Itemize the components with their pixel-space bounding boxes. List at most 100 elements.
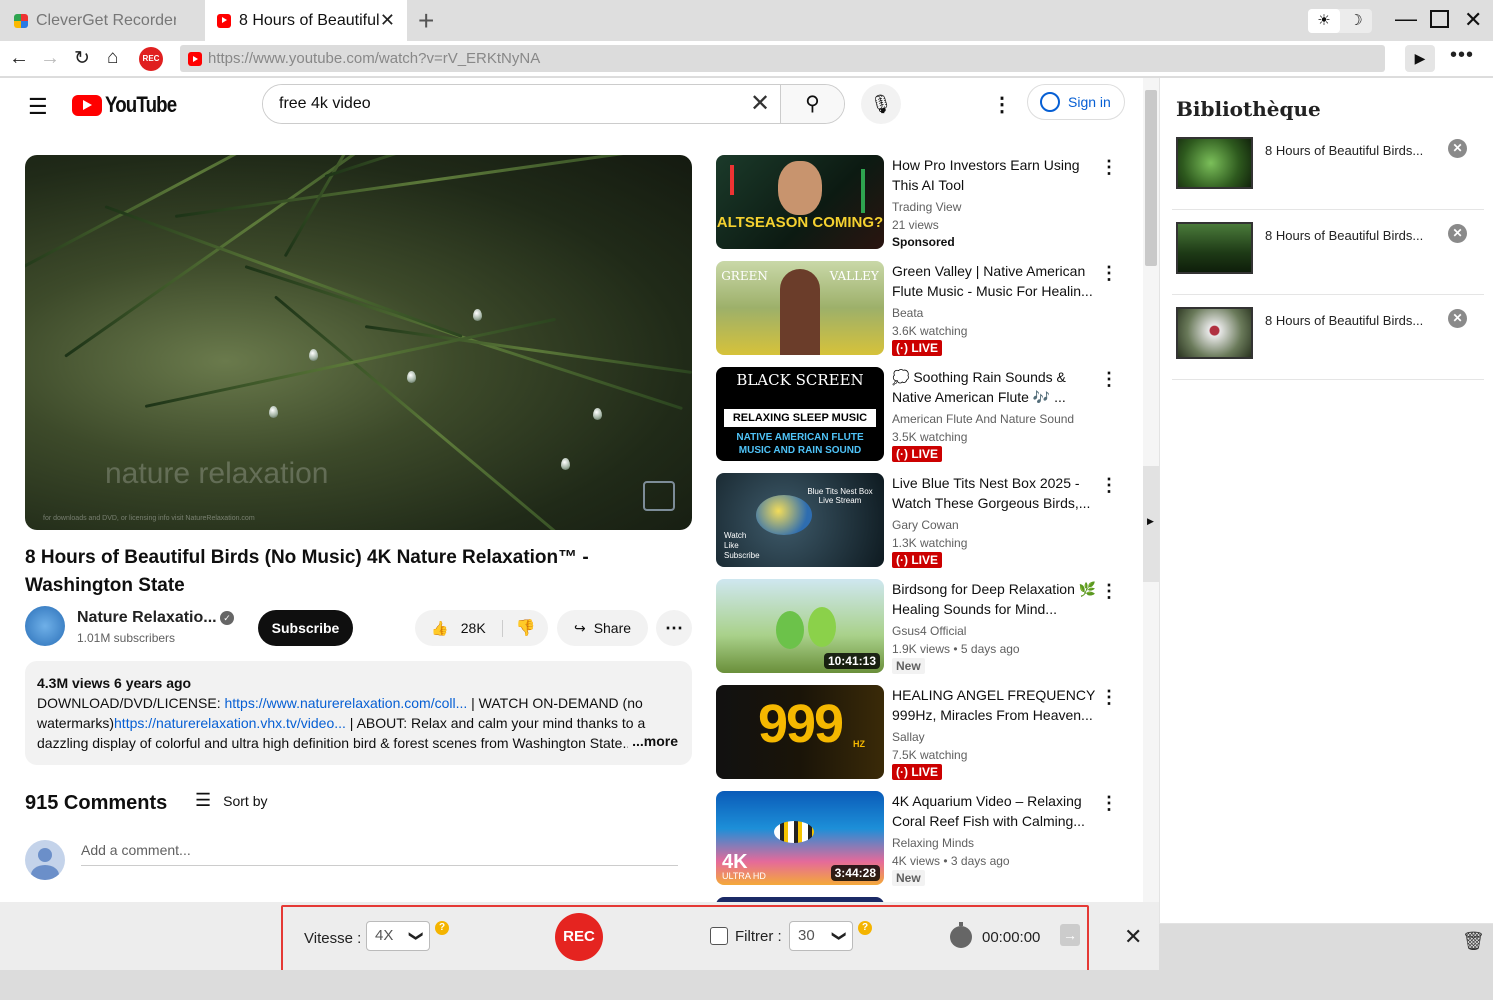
recommendation-channel: Beata bbox=[892, 306, 924, 320]
pine-needle bbox=[174, 155, 691, 218]
new-tab-plus-icon[interactable]: + bbox=[418, 5, 434, 37]
share-arrow-icon: ↪ bbox=[573, 619, 586, 636]
minimize-icon[interactable]: — bbox=[1395, 6, 1417, 32]
library-title: Bibliothèque bbox=[1176, 97, 1321, 121]
channel-avatar[interactable] bbox=[25, 606, 65, 646]
theme-toggle[interactable]: ☀ ☽ bbox=[1308, 9, 1372, 33]
home-icon[interactable]: ⌂ bbox=[107, 47, 118, 69]
back-arrow-icon[interactable]: ← bbox=[9, 47, 29, 70]
subscribe-button[interactable]: Subscribe bbox=[258, 610, 353, 646]
new-badge-label: New bbox=[892, 658, 925, 674]
remove-item-icon[interactable]: ✕ bbox=[1448, 224, 1467, 243]
description-box[interactable]: 4.3M views 6 years ago DOWNLOAD/DVD/LICE… bbox=[25, 661, 692, 765]
recommendation-thumbnail[interactable]: 10:41:13 bbox=[716, 579, 884, 673]
share-button[interactable]: ↪ Share bbox=[557, 610, 648, 646]
maximize-icon[interactable] bbox=[1430, 10, 1449, 28]
live-text: LIVE bbox=[911, 765, 938, 779]
recommendation-menu-icon[interactable]: ⋮ bbox=[1100, 263, 1118, 284]
channel-name[interactable]: Nature Relaxatio... bbox=[77, 609, 217, 627]
close-recorder-icon[interactable]: ✕ bbox=[1124, 924, 1142, 950]
url-field[interactable]: https://www.youtube.com/watch?v=rV_ERKtN… bbox=[180, 45, 1385, 72]
recommendation-menu-icon[interactable]: ⋮ bbox=[1100, 475, 1118, 496]
forward-arrow-icon[interactable]: → bbox=[40, 47, 60, 70]
tab-cleverget[interactable]: CleverGet Recorder bbox=[0, 0, 205, 41]
like-button[interactable]: 👍 28K bbox=[415, 619, 503, 637]
pine-needle bbox=[324, 155, 687, 178]
description-more-link[interactable]: ...more bbox=[628, 731, 678, 751]
more-actions-icon[interactable]: ⋯ bbox=[656, 610, 692, 646]
help-icon[interactable]: ? bbox=[858, 921, 872, 935]
video-watermark: nature relaxation bbox=[105, 457, 329, 490]
sun-icon[interactable]: ☀ bbox=[1308, 9, 1340, 33]
recommendation-item[interactable]: ALTSEASON COMING? How Pro Investors Earn… bbox=[716, 155, 1126, 251]
sign-in-button[interactable]: Sign in bbox=[1027, 84, 1125, 120]
recommendation-title: 💭 Soothing Rain Sounds & Native American… bbox=[892, 369, 1066, 405]
live-text: LIVE bbox=[911, 447, 938, 461]
recommendation-thumbnail[interactable]: BLACK SCREEN RELAXING SLEEP MUSIC NATIVE… bbox=[716, 367, 884, 461]
library-item[interactable]: 8 Hours of Beautiful Birds... ✕ bbox=[1172, 125, 1484, 210]
hamburger-menu-icon[interactable]: ☰ bbox=[28, 94, 48, 120]
library-item[interactable]: 8 Hours of Beautiful Birds... ✕ bbox=[1172, 295, 1484, 380]
youtube-logo[interactable]: YouTube bbox=[72, 92, 189, 118]
recommendation-item[interactable]: 999 HZ HEALING ANGEL FREQUENCY 999Hz, Mi… bbox=[716, 685, 1126, 781]
tab-youtube[interactable]: 8 Hours of Beautiful Birds (No Music) 4K… bbox=[205, 0, 407, 41]
filter-select[interactable]: 30 ❯ bbox=[789, 921, 853, 951]
video-player[interactable]: nature relaxation for downloads and DVD,… bbox=[25, 155, 692, 530]
recommendation-menu-icon[interactable]: ⋮ bbox=[1100, 687, 1118, 708]
panel-collapse-handle[interactable]: ▶ bbox=[1143, 466, 1159, 582]
settings-dots-icon[interactable]: ⋮ bbox=[992, 92, 1012, 117]
close-window-icon[interactable]: ✕ bbox=[1464, 7, 1482, 33]
library-item-title: 8 Hours of Beautiful Birds... bbox=[1265, 228, 1424, 243]
recommendation-item[interactable]: GREEN VALLEY Green Valley | Native Ameri… bbox=[716, 261, 1126, 357]
recommendation-thumbnail[interactable]: Blue Tits Nest Box Live Stream Watch Lik… bbox=[716, 473, 884, 567]
recommendation-thumbnail[interactable]: ALTSEASON COMING? bbox=[716, 155, 884, 249]
search-icon[interactable]: ⚲ bbox=[780, 85, 844, 123]
menu-dots-icon[interactable]: ••• bbox=[1450, 44, 1474, 67]
export-arrow-icon[interactable]: → bbox=[1060, 924, 1080, 946]
recommendation-menu-icon[interactable]: ⋮ bbox=[1100, 369, 1118, 390]
help-icon[interactable]: ? bbox=[435, 921, 449, 935]
recommendation-menu-icon[interactable]: ⋮ bbox=[1100, 581, 1118, 602]
scrollbar-thumb[interactable] bbox=[1145, 90, 1157, 266]
filter-checkbox[interactable] bbox=[710, 927, 728, 945]
recommendation-item[interactable]: BLACK SCREEN RELAXING SLEEP MUSIC NATIVE… bbox=[716, 367, 1126, 463]
library-thumbnail[interactable] bbox=[1176, 307, 1253, 359]
thumbnail-text: Watch Like Subscribe bbox=[724, 531, 760, 560]
recommendation-title: Green Valley | Native American Flute Mus… bbox=[892, 263, 1093, 299]
recommendation-item[interactable]: 4K ULTRA HD 3:44:28 4K Aquarium Video – … bbox=[716, 791, 1126, 887]
verified-check-icon: ✓ bbox=[220, 611, 234, 625]
library-thumbnail[interactable] bbox=[1176, 222, 1253, 274]
library-item[interactable]: 8 Hours of Beautiful Birds... ✕ bbox=[1172, 210, 1484, 295]
microphone-icon[interactable]: 🎙 bbox=[861, 84, 901, 124]
remove-item-icon[interactable]: ✕ bbox=[1448, 139, 1467, 158]
search-input[interactable] bbox=[263, 85, 740, 123]
comment-input[interactable]: Add a comment... bbox=[81, 842, 678, 866]
record-time: 00:00:00 bbox=[982, 929, 1041, 946]
tab-title: 8 Hours of Beautiful Birds (No Music) 4K bbox=[239, 11, 381, 29]
close-tab-icon[interactable]: ✕ bbox=[380, 10, 395, 31]
recommendation-thumbnail[interactable]: GREEN VALLEY bbox=[716, 261, 884, 355]
new-badge: New bbox=[892, 870, 925, 886]
thumbs-down-icon[interactable]: 👎 bbox=[503, 618, 548, 638]
recommendation-thumbnail[interactable]: 999 HZ bbox=[716, 685, 884, 779]
remove-item-icon[interactable]: ✕ bbox=[1448, 309, 1467, 328]
recommendation-item[interactable]: 10:41:13 Birdsong for Deep Relaxation 🌿 … bbox=[716, 579, 1126, 675]
sort-comments-button[interactable]: ☰ Sort by bbox=[195, 790, 268, 811]
recommendation-item[interactable]: Blue Tits Nest Box Live Stream Watch Lik… bbox=[716, 473, 1126, 569]
library-thumbnail[interactable] bbox=[1176, 137, 1253, 189]
moon-icon[interactable]: ☽ bbox=[1340, 9, 1372, 33]
recommendation-channel: Gsus4 Official bbox=[892, 624, 967, 638]
description-link[interactable]: https://www.naturerelaxation.com/coll... bbox=[224, 695, 467, 711]
water-drop bbox=[269, 406, 278, 418]
record-button[interactable]: REC bbox=[555, 913, 603, 961]
rec-badge[interactable]: REC bbox=[139, 47, 163, 71]
recommendation-menu-icon[interactable]: ⋮ bbox=[1100, 793, 1118, 814]
description-link[interactable]: https://naturerelaxation.vhx.tv/video... bbox=[114, 715, 346, 731]
recommendation-menu-icon[interactable]: ⋮ bbox=[1100, 157, 1118, 178]
recommendation-thumbnail[interactable]: 4K ULTRA HD 3:44:28 bbox=[716, 791, 884, 885]
reload-icon[interactable]: ↻ bbox=[74, 47, 90, 70]
download-video-icon[interactable]: ▶ bbox=[1405, 45, 1435, 72]
clear-search-icon[interactable]: ✕ bbox=[740, 85, 780, 123]
trash-icon[interactable]: 🗑 bbox=[1462, 931, 1485, 952]
speed-select[interactable]: 4X ❯ bbox=[366, 921, 430, 951]
